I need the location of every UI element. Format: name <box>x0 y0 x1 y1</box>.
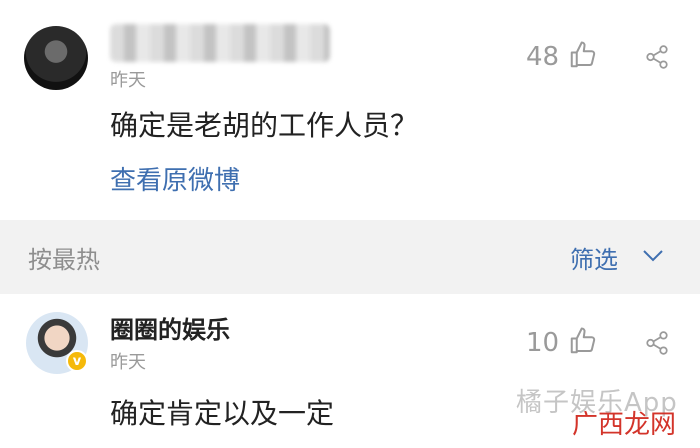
like-count: 10 <box>526 328 560 358</box>
verified-badge-icon: v <box>66 350 88 372</box>
view-original-link[interactable]: 查看原微博 <box>110 160 240 197</box>
like-count: 48 <box>526 42 560 72</box>
comment-text: 确定肯定以及一定 <box>110 397 335 430</box>
comment-text: 确定是老胡的工作人员？ <box>110 109 419 142</box>
thumbs-up-icon[interactable] <box>568 326 598 356</box>
blurred-username <box>110 24 330 62</box>
comment-time: 昨天 <box>110 352 146 373</box>
chevron-down-icon[interactable] <box>642 248 664 264</box>
avatar[interactable] <box>24 26 88 90</box>
sort-hottest-label[interactable]: 按最热 <box>28 240 100 275</box>
share-icon[interactable] <box>644 330 670 356</box>
comment-time: 昨天 <box>110 70 146 91</box>
watermark-text: 广西龙网 <box>572 410 677 440</box>
username[interactable]: 圈圈的娱乐 <box>110 310 230 345</box>
filter-button[interactable]: 筛选 <box>570 240 618 275</box>
thumbs-up-icon[interactable] <box>568 40 598 70</box>
share-icon[interactable] <box>644 44 670 70</box>
